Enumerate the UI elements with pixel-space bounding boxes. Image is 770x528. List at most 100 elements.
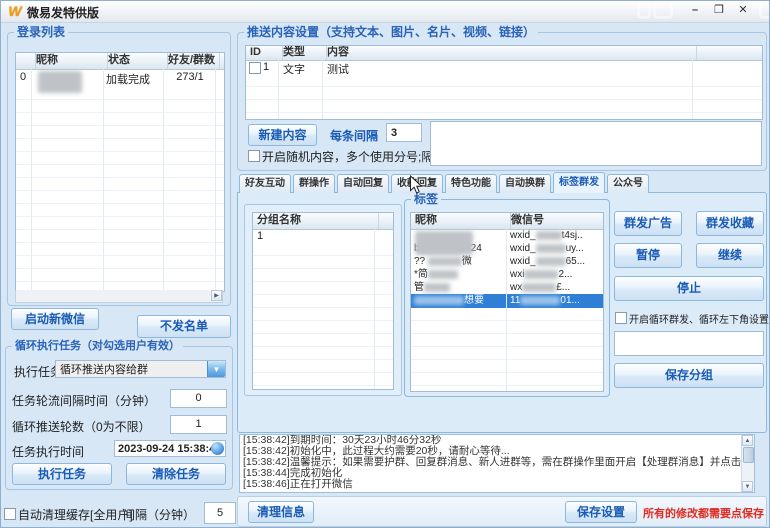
group-list-container: 分组名称 1 [244,204,402,396]
no-send-list-button[interactable]: 不发名单 [137,315,231,338]
col-type: 类型 [279,46,327,60]
tab-strip: 好友互动群操作自动回复收款回复特色功能自动换群标签群发公众号 [239,172,651,193]
col-friend-group-count: 好友/群数 [164,53,220,69]
push-table-header: ID 类型 内容 [246,46,762,61]
random-content-checkbox[interactable] [248,150,260,162]
datetime-picker-icon[interactable] [211,442,224,455]
tag-table-header: 昵称 微信号 [411,213,603,230]
tab-auto-reply[interactable]: 自动回复 [337,174,389,193]
log-line: [15:38:46]正在打开微信 [240,479,754,490]
push-empty-rows [246,74,762,119]
random-content-label: 开启随机内容，多个使用分号;隔开 [262,148,445,165]
app-logo-icon: W [7,3,23,19]
app-title: 微易发特供版 [27,4,99,21]
gap-seconds-input[interactable]: 3 [386,123,422,142]
bottom-bar: 清理信息 保存设置 所有的修改都需要点保存 [237,496,767,527]
login-row-ratio: 273/1 [164,71,216,83]
push-content-table[interactable]: ID 类型 内容 1 文字 测试 [245,45,763,120]
minimize-button[interactable]: – [685,2,705,19]
task-interval-input[interactable]: 0 [170,389,227,408]
tag-member-table[interactable]: 昵称 微信号 wxid_t4sj.. b4424 wxid_uy... ?? 微… [410,212,604,392]
cache-interval-label: 间隔（分钟） [123,506,195,523]
log-box[interactable]: [15:38:42]到期时间：30天23小时46分32秒 [15:38:42]初… [239,434,755,493]
exec-task-value: 循环推送内容给群 [60,364,148,376]
tab-official-account[interactable]: 公众号 [607,174,649,193]
scroll-up-icon[interactable]: ▲ [742,435,753,446]
auto-clean-cache-checkbox[interactable] [4,508,16,520]
push-content-title: 推送内容设置（支持文本、图片、名片、视频、链接） [244,25,538,39]
task-time-input[interactable]: 2023-09-24 15:38:41 [114,440,226,457]
login-hscrollbar[interactable]: ▶ [15,290,223,303]
save-group-button[interactable]: 保存分组 [614,363,764,388]
group-table-header: 分组名称 [253,213,393,230]
member-row[interactable]: *简 wxi2... [411,268,603,281]
login-table-header: 昵称 状态 好友/群数 [16,53,224,70]
group-row-name: 1 [257,230,263,242]
close-button[interactable]: ✕ [733,2,753,19]
tab-friend-interaction[interactable]: 好友互动 [239,174,291,193]
member-empty-rows [411,308,603,391]
exec-task-select[interactable]: 循环推送内容给群 ▼ [55,360,226,378]
tab-tag-mass-send[interactable]: 标签群发 [553,172,605,193]
push-row-checkbox[interactable] [249,62,261,74]
push-rounds-input[interactable]: 1 [170,415,227,434]
col-member-nickname: 昵称 [411,213,511,229]
col-status: 状态 [104,53,168,69]
new-content-button[interactable]: 新建内容 [248,124,317,146]
app-window: W 微易发特供版 – ❐ ✕ 登录列表 昵称 状态 好友/群数 0 加载完成 2… [0,0,770,528]
auto-clean-cache-label: 自动清理缓存[全用户] [18,506,133,523]
mouse-cursor-icon [409,175,423,195]
title-bar: W 微易发特供版 – ❐ ✕ [1,1,770,23]
mass-send-ad-button[interactable]: 群发广告 [614,211,682,236]
start-new-wechat-button[interactable]: 启动新微信 [11,308,99,330]
clear-task-button[interactable]: 清除任务 [126,463,226,485]
watermark [653,1,673,19]
redacted-nickname [38,71,82,93]
save-warning-text: 所有的修改都需要点保存 [643,505,764,521]
task-time-value: 2023-09-24 15:38:41 [118,443,221,455]
scroll-right-icon[interactable]: ▶ [211,290,222,301]
scroll-down-icon[interactable]: ▼ [742,481,753,492]
pause-button[interactable]: 暂停 [614,243,682,268]
content-preview-textarea[interactable] [430,121,762,166]
col-id: ID [246,46,283,60]
login-row[interactable]: 0 加载完成 273/1 [16,69,224,88]
tag-mass-send-panel: 分组名称 1 标签 昵称 微信号 wxid_t4sj.. [237,192,767,433]
group-table[interactable]: 分组名称 1 [252,212,394,390]
login-empty-rows [16,87,224,291]
cache-interval-input[interactable]: 5 [204,502,236,524]
chevron-down-icon[interactable]: ▼ [207,361,225,377]
watermark [637,1,651,19]
col-group-name: 分组名称 [253,213,379,229]
scrollbar-thumb[interactable] [743,447,754,463]
push-rounds-label: 循环推送轮数（0为不限） [12,418,151,435]
loop-task-panel: 循环执行任务（对勾选用户有效） 执行任务 循环推送内容给群 ▼ 任务轮流间隔时间… [5,346,233,490]
stop-button[interactable]: 停止 [614,276,764,301]
log-scrollbar[interactable]: ▲ ▼ [741,435,754,492]
member-row-selected[interactable]: 想要 1101... [411,294,603,308]
loop-task-title: 循环执行任务（对勾选用户有效） [12,339,183,353]
login-row-status: 加载完成 [106,71,150,87]
member-row[interactable]: ?? 微 wxid_65... [411,255,603,268]
login-row-index: 0 [20,71,26,83]
resume-button[interactable]: 继续 [696,243,764,268]
run-task-button[interactable]: 执行任务 [12,463,112,485]
mass-send-favorites-button[interactable]: 群发收藏 [696,211,764,236]
watermark [759,1,770,19]
maximize-button[interactable]: ❐ [709,2,729,19]
member-row[interactable]: 管 wx£... [411,281,603,294]
loop-mass-send-label: 开启循环群发、循环左下角设置 [629,311,769,326]
tab-group-operations[interactable]: 群操作 [293,174,335,193]
save-settings-button[interactable]: 保存设置 [565,501,637,523]
col-wechat-id: 微信号 [507,213,604,229]
push-row[interactable]: 1 文字 测试 [246,60,762,75]
tab-auto-change-group[interactable]: 自动换群 [499,174,551,193]
clean-info-button[interactable]: 清理信息 [248,501,314,523]
push-content-panel: 推送内容设置（支持文本、图片、名片、视频、链接） ID 类型 内容 1 文字 测… [237,32,767,171]
redacted-nickname [415,231,473,255]
loop-mass-send-checkbox[interactable] [615,312,627,324]
login-table[interactable]: 昵称 状态 好友/群数 0 加载完成 273/1 [15,52,225,292]
loop-settings-input[interactable] [614,331,764,356]
tab-special-features[interactable]: 特色功能 [445,174,497,193]
group-row[interactable]: 1 [253,229,393,244]
